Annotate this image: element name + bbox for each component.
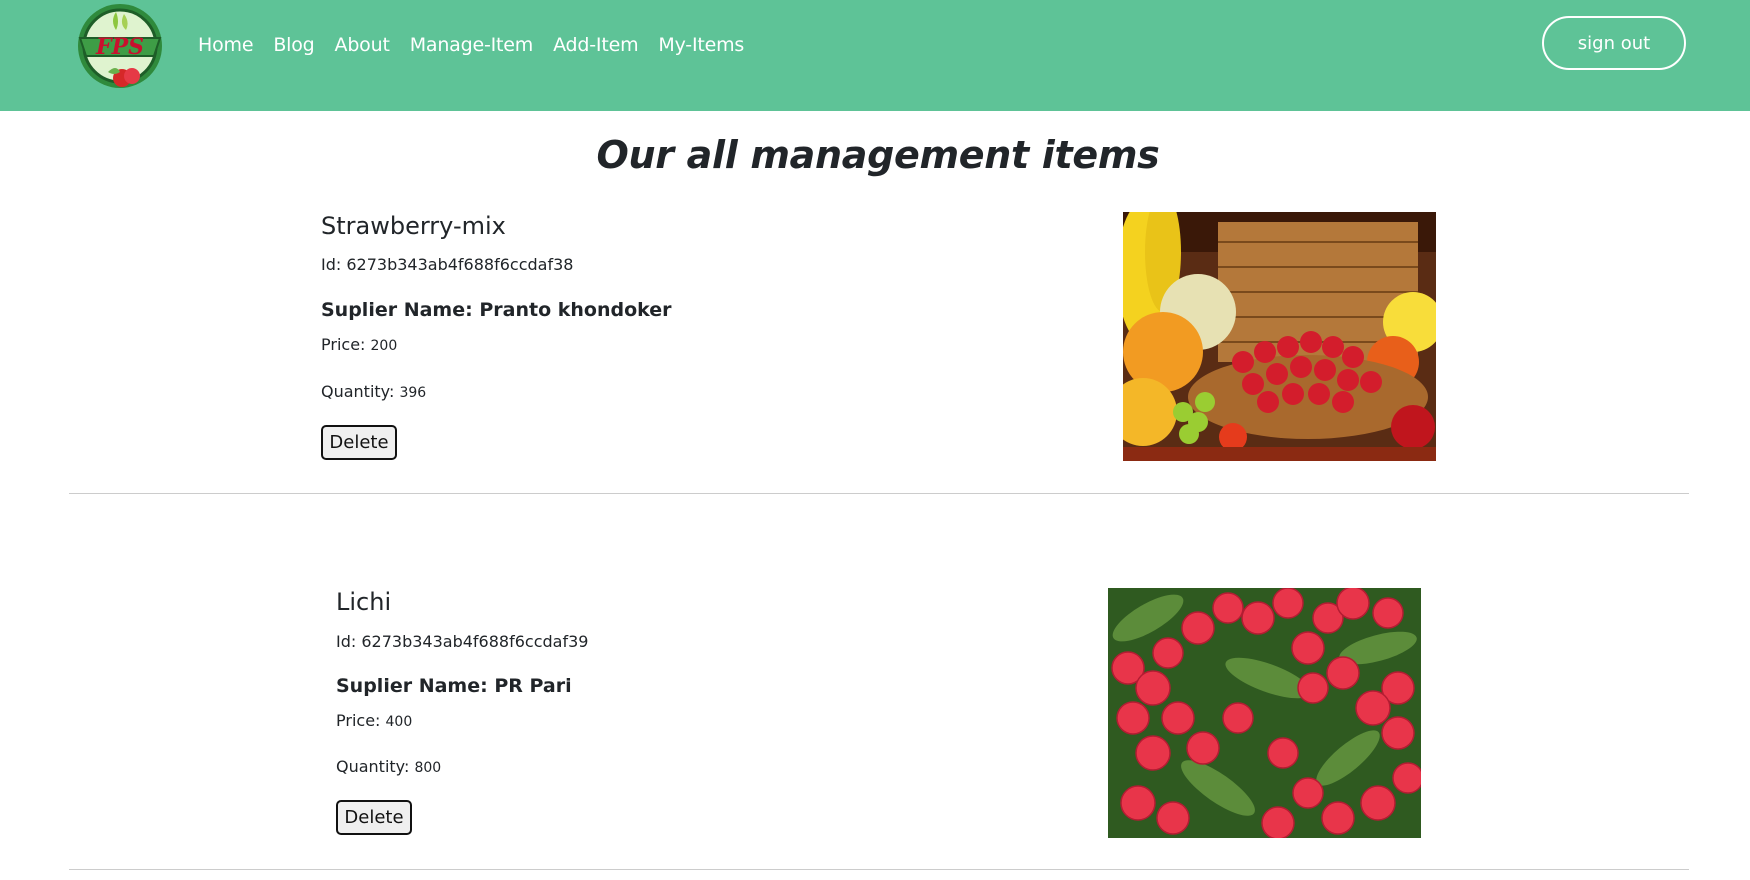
item-supplier: Suplier Name: PR Pari — [336, 675, 572, 697]
nav-links: Home Blog About Manage-Item Add-Item My-… — [198, 34, 744, 56]
page-title: Our all management items — [596, 133, 1160, 177]
delete-button[interactable]: Delete — [336, 800, 412, 835]
navbar: FPS Home Blog About Manage-Item Add-Item… — [0, 0, 1750, 111]
item-divider — [69, 493, 1689, 494]
item-price-value: 400 — [385, 714, 413, 730]
nav-link-about[interactable]: About — [335, 34, 390, 56]
item-price: Price: 400 — [336, 711, 413, 730]
item-supplier-value: Pranto khondoker — [479, 299, 672, 321]
item-divider — [69, 869, 1689, 870]
item-name: Lichi — [336, 588, 392, 616]
item-price-value: 200 — [370, 338, 398, 354]
nav-link-my-items[interactable]: My-Items — [658, 34, 744, 56]
item-quantity: Quantity: 396 — [321, 382, 427, 401]
item-image-lychee — [1108, 588, 1421, 838]
item-id: Id: 6273b343ab4f688f6ccdaf39 — [336, 632, 589, 651]
item-quantity-value: 800 — [414, 760, 442, 776]
delete-button[interactable]: Delete — [321, 425, 397, 460]
sign-out-button[interactable]: sign out — [1542, 16, 1686, 70]
nav-link-home[interactable]: Home — [198, 34, 254, 56]
item-supplier: Suplier Name: Pranto khondoker — [321, 299, 672, 321]
nav-link-blog[interactable]: Blog — [273, 34, 314, 56]
item-image-fruit-basket — [1123, 212, 1436, 461]
item-name: Strawberry-mix — [321, 212, 506, 240]
item-supplier-value: PR Pari — [494, 675, 572, 697]
item-id-value: 6273b343ab4f688f6ccdaf39 — [361, 632, 589, 651]
item-quantity-value: 396 — [399, 385, 427, 401]
nav-link-manage-item[interactable]: Manage-Item — [410, 34, 534, 56]
nav-link-add-item[interactable]: Add-Item — [553, 34, 638, 56]
svg-text:FPS: FPS — [95, 34, 144, 60]
item-price: Price: 200 — [321, 335, 398, 354]
item-quantity: Quantity: 800 — [336, 757, 442, 776]
item-id: Id: 6273b343ab4f688f6ccdaf38 — [321, 255, 574, 274]
fps-logo[interactable]: FPS — [72, 0, 168, 92]
item-id-value: 6273b343ab4f688f6ccdaf38 — [346, 255, 574, 274]
